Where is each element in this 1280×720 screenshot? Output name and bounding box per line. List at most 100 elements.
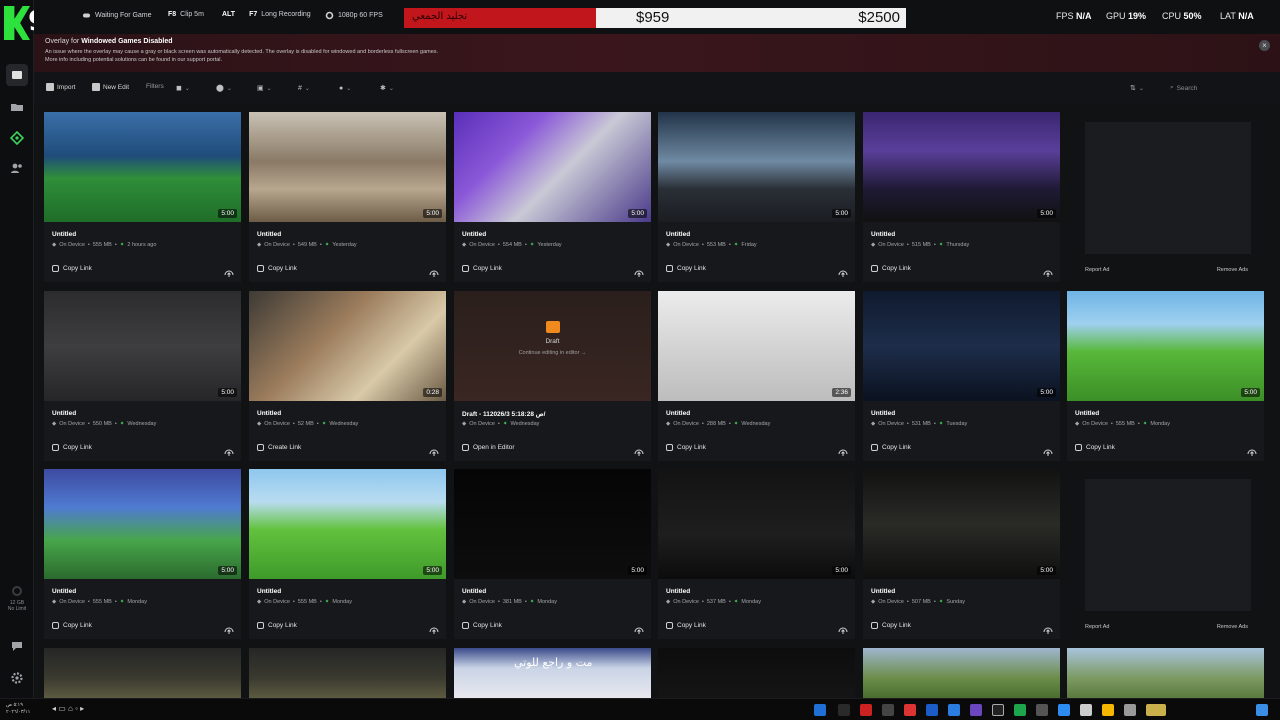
clip-thumbnail[interactable] — [658, 648, 855, 698]
taskbar-app-icon[interactable] — [948, 704, 960, 716]
clip-card[interactable]: 2:36 Untitled ◆ On Device • 288 MB • ✦ Wednesday… — [658, 291, 855, 461]
clip-action-button[interactable]: Copy Link — [52, 265, 92, 272]
clip-card[interactable]: 5:00 Untitled ◆ On Device • 555 MB • ✦ Monday Cop… — [1067, 291, 1264, 461]
clip-thumbnail[interactable]: مت و راجع للوتي — [454, 648, 651, 698]
share-icon[interactable] — [634, 265, 644, 277]
clip-action-button[interactable]: Copy Link — [871, 444, 911, 451]
clip-card[interactable]: 5:00 Untitled ◆ On Device • 507 MB • ✦ Sunday Cop… — [863, 469, 1060, 639]
quality-setting[interactable]: 1080p 60 FPS — [325, 11, 383, 20]
clip-action-button[interactable]: Copy Link — [666, 622, 706, 629]
windows-start-icon[interactable] — [1256, 704, 1268, 716]
share-icon[interactable] — [429, 622, 439, 634]
clip-title[interactable]: Untitled — [871, 588, 895, 595]
clip-thumbnail[interactable]: 5:00 — [658, 112, 855, 222]
ad-placeholder[interactable] — [1085, 479, 1251, 611]
report-ad-link[interactable]: Report Ad — [1085, 624, 1109, 630]
clip-thumbnail[interactable] — [1067, 648, 1264, 698]
clip-thumbnail[interactable]: 5:00 — [44, 291, 241, 401]
taskbar-app-icon[interactable] — [882, 704, 894, 716]
clip-title[interactable]: Untitled — [257, 410, 281, 417]
share-icon[interactable] — [224, 622, 234, 634]
share-icon[interactable] — [634, 444, 644, 456]
clip-action-button[interactable]: Copy Link — [462, 265, 502, 272]
clip-action-button[interactable]: Copy Link — [462, 622, 502, 629]
game-filter[interactable]: ◼ ⌄ — [176, 82, 198, 94]
clip-thumbnail[interactable]: 5:00 — [249, 469, 446, 579]
diamond-nav-icon[interactable] — [9, 130, 25, 146]
taskbar-app-icon[interactable] — [926, 704, 938, 716]
media-filter[interactable]: ▣ ⌄ — [257, 82, 279, 94]
taskbar-app-icon[interactable] — [904, 704, 916, 716]
clip-thumbnail[interactable]: 5:00 — [658, 469, 855, 579]
clip-thumbnail[interactable]: 2:36 — [658, 291, 855, 401]
location-filter[interactable]: ⬤ ⌄ — [216, 82, 238, 94]
taskbar-app-icon[interactable] — [992, 704, 1004, 716]
taskbar-app-icon[interactable] — [970, 704, 982, 716]
share-icon[interactable] — [1043, 444, 1053, 456]
taskbar-app-icon[interactable] — [1058, 704, 1070, 716]
clip-thumbnail[interactable]: 5:00 — [454, 469, 651, 579]
clip-title[interactable]: Untitled — [871, 410, 895, 417]
clip-card[interactable]: 5:00 Untitled ◆ On Device • 515 MB • ✦ Thursday C… — [863, 112, 1060, 282]
storage-indicator[interactable]: 12 GB No Limit — [2, 586, 32, 612]
clip-action-button[interactable]: Copy Link — [1075, 444, 1115, 451]
clip-action-button[interactable]: Copy Link — [52, 444, 92, 451]
ad-placeholder[interactable] — [1085, 122, 1251, 254]
clip-action-button[interactable]: Open in Editor — [462, 444, 515, 451]
clip-card[interactable]: 5:00 Untitled ◆ On Device • 531 MB • ✦ Tuesday Co… — [863, 291, 1060, 461]
new-edit-button[interactable]: New Edit — [92, 83, 129, 91]
clip-action-button[interactable]: Copy Link — [257, 265, 297, 272]
clip-title[interactable]: Untitled — [462, 588, 486, 595]
clip-card[interactable]: 5:00 Untitled ◆ On Device • 555 MB • ✦ Monday Cop… — [44, 469, 241, 639]
clip-title[interactable]: Untitled — [462, 231, 486, 238]
chat-nav-icon[interactable] — [9, 638, 25, 654]
clip-thumbnail[interactable]: 5:00 — [44, 469, 241, 579]
share-icon[interactable] — [838, 265, 848, 277]
clip-card[interactable]: 5:00 Untitled ◆ On Device • 549 MB • ✦ Yesterday… — [249, 112, 446, 282]
clip-action-button[interactable]: Copy Link — [257, 622, 297, 629]
share-icon[interactable] — [1043, 622, 1053, 634]
taskbar-app-icon[interactable] — [860, 704, 872, 716]
clip-thumbnail[interactable] — [44, 648, 241, 698]
clip-action-button[interactable]: Create Link — [257, 444, 301, 451]
clip-action-button[interactable]: Copy Link — [871, 265, 911, 272]
search-input[interactable]: ⌕ Search — [1170, 82, 1270, 94]
clip-thumbnail[interactable]: 5:00 — [249, 112, 446, 222]
clip-title[interactable]: Draft - 11ص 5:18:28 2026/3/ — [462, 410, 545, 418]
clip-card[interactable]: 5:00 Untitled ◆ On Device • 555 MB • ✦ 2 hours a… — [44, 112, 241, 282]
clip-card[interactable]: 5:00 Untitled ◆ On Device • 550 MB • ✦ Wednesday… — [44, 291, 241, 461]
clip-card[interactable]: 5:00 Untitled ◆ On Device • 381 MB • ✦ Monday Cop… — [454, 469, 651, 639]
share-icon[interactable] — [224, 265, 234, 277]
settings-filter[interactable]: ✱ ⌄ — [380, 82, 402, 94]
clip-card[interactable]: 5:00 Untitled ◆ On Device • 554 MB • ✦ Yesterday… — [454, 112, 651, 282]
clip-thumbnail[interactable]: 5:00 — [863, 469, 1060, 579]
clip-thumbnail[interactable]: 5:00 — [863, 291, 1060, 401]
clip-title[interactable]: Untitled — [52, 588, 76, 595]
remove-ads-link[interactable]: Remove Ads — [1217, 267, 1248, 273]
clip-thumbnail[interactable] — [249, 648, 446, 698]
taskbar-app-icon[interactable] — [814, 704, 826, 716]
draft-subtitle[interactable]: Continue editing in editor → — [454, 350, 651, 356]
clip-title[interactable]: Untitled — [257, 231, 281, 238]
clip-action-button[interactable]: Copy Link — [52, 622, 92, 629]
taskbar-app-icon[interactable] — [1102, 704, 1114, 716]
share-icon[interactable] — [1043, 265, 1053, 277]
share-icon[interactable] — [429, 265, 439, 277]
clip-title[interactable]: Untitled — [871, 231, 895, 238]
tag-filter[interactable]: # ⌄ — [298, 82, 320, 94]
clip-thumbnail[interactable]: Draft Continue editing in editor → — [454, 291, 651, 401]
clip-card[interactable]: 5:00 Untitled ◆ On Device • 553 MB • ✦ Friday Cop… — [658, 112, 855, 282]
clip-card[interactable]: 5:00 Untitled ◆ On Device • 555 MB • ✦ Monday Cop… — [249, 469, 446, 639]
taskbar-app-icon[interactable] — [1124, 704, 1136, 716]
clip-action-button[interactable]: Copy Link — [666, 265, 706, 272]
user-filter[interactable]: ● ⌄ — [339, 82, 361, 94]
folder-nav-icon[interactable] — [9, 99, 25, 115]
remove-ads-link[interactable]: Remove Ads — [1217, 624, 1248, 630]
close-icon[interactable]: × — [1259, 40, 1270, 51]
clip-title[interactable]: Untitled — [1075, 410, 1099, 417]
clip-card[interactable]: 0:28 Untitled ◆ On Device • 52 MB • ✦ Wednesday C… — [249, 291, 446, 461]
share-icon[interactable] — [1247, 444, 1257, 456]
clip-action-button[interactable]: Copy Link — [666, 444, 706, 451]
clip-thumbnail[interactable]: 5:00 — [1067, 291, 1264, 401]
clip-title[interactable]: Untitled — [666, 231, 690, 238]
